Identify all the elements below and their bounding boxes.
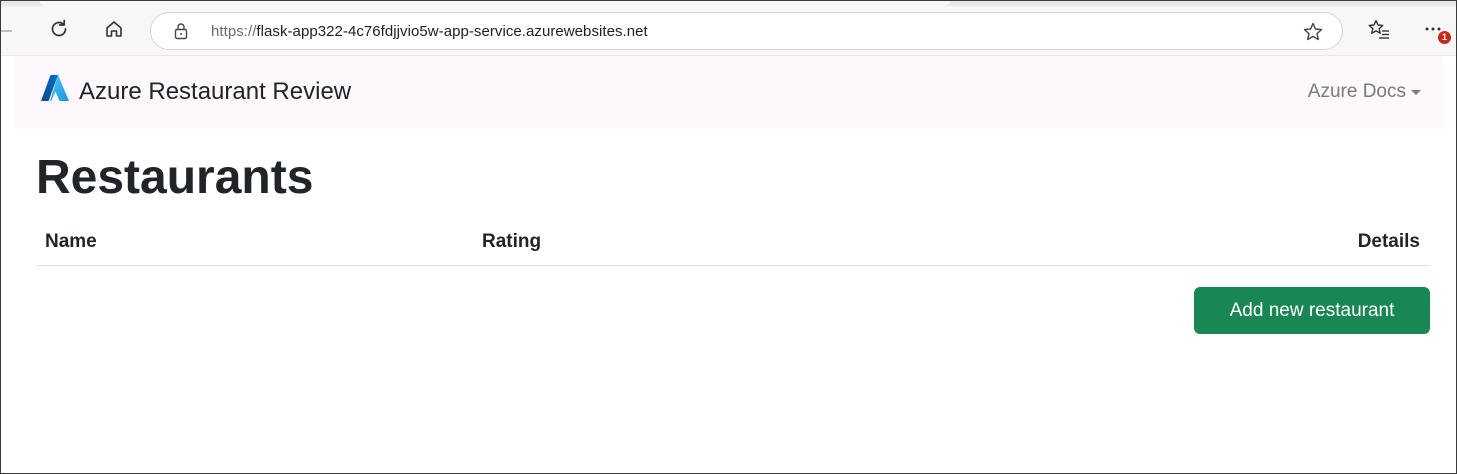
- browser-toolbar: https://flask-app322-4c76fdjjvio5w-app-s…: [0, 0, 1457, 56]
- notification-badge: 1: [1438, 31, 1451, 44]
- lock-icon[interactable]: [173, 22, 189, 45]
- url-text: https://flask-app322-4c76fdjjvio5w-app-s…: [211, 23, 648, 40]
- home-icon: [106, 21, 122, 37]
- column-header-rating: Rating: [482, 231, 542, 252]
- column-header-name: Name: [45, 231, 97, 252]
- azure-logo-icon[interactable]: [40, 74, 70, 107]
- refresh-icon: [51, 19, 67, 37]
- app-navbar: Azure Restaurant Review Azure Docs: [14, 56, 1443, 128]
- favorites-list-icon: [1368, 19, 1389, 39]
- caret-down-icon: [1411, 89, 1421, 95]
- add-new-restaurant-button[interactable]: Add new restaurant: [1194, 287, 1430, 334]
- url-protocol: https://: [211, 23, 257, 40]
- column-header-details: Details: [1357, 231, 1420, 252]
- brand-title[interactable]: Azure Restaurant Review: [79, 78, 351, 106]
- url-host: flask-app322-4c76fdjjvio5w-app-service.a…: [256, 23, 648, 40]
- address-bar[interactable]: https://flask-app322-4c76fdjjvio5w-app-s…: [150, 12, 1343, 50]
- azure-docs-dropdown[interactable]: Azure Docs: [1308, 81, 1421, 103]
- azure-docs-label: Azure Docs: [1307, 81, 1406, 102]
- home-button[interactable]: [99, 14, 129, 44]
- refresh-button[interactable]: [44, 14, 74, 44]
- tab-strip: [0, 0, 1457, 6]
- favorites-button[interactable]: [1364, 14, 1394, 44]
- back-button-edge[interactable]: [0, 30, 12, 32]
- active-tab[interactable]: [40, 0, 950, 6]
- restaurants-table-header: Name Rating Details: [36, 224, 1430, 266]
- favorite-star-icon[interactable]: [1302, 21, 1324, 48]
- page-title: Restaurants: [36, 151, 314, 204]
